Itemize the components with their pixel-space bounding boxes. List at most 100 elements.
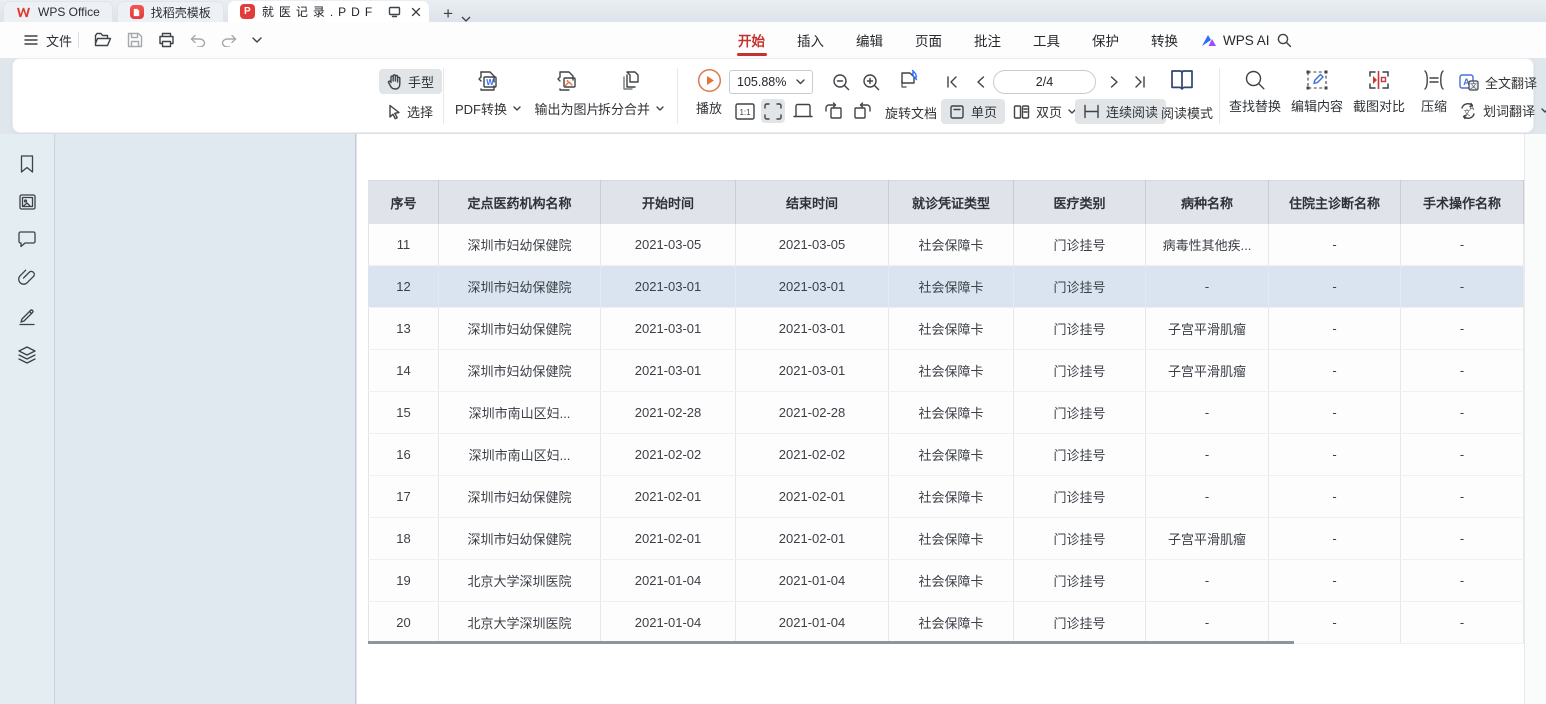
comment-icon[interactable]: [17, 230, 37, 248]
table-header-cell: 手术操作名称: [1401, 181, 1524, 224]
table-cell: 社会保障卡: [889, 266, 1014, 308]
fit-page-button[interactable]: [761, 99, 785, 123]
table-header-cell: 开始时间: [601, 181, 736, 224]
table-row[interactable]: 19北京大学深圳医院2021-01-042021-01-04社会保障卡门诊挂号-…: [369, 560, 1524, 602]
table-row[interactable]: 14深圳市妇幼保健院2021-03-012021-03-01社会保障卡门诊挂号子…: [369, 350, 1524, 392]
full-translate-button[interactable]: A 文 全文翻译: [1459, 73, 1537, 92]
rotate-left-button[interactable]: [821, 99, 845, 123]
table-cell: 深圳市妇幼保健院: [439, 350, 601, 392]
table-cell: -: [1401, 308, 1524, 350]
menu-item-2[interactable]: 编辑: [855, 22, 884, 58]
tab-label: WPS Office: [38, 5, 100, 19]
navigation-panel[interactable]: [56, 134, 356, 704]
menu-search-icon[interactable]: [1277, 33, 1292, 48]
hand-tool-button[interactable]: 手型: [379, 69, 442, 94]
monitor-icon[interactable]: [388, 6, 401, 18]
tab-wps-office[interactable]: WPS Office: [3, 1, 113, 22]
table-cell: 深圳市南山区妇...: [439, 434, 601, 476]
table-row[interactable]: 15深圳市南山区妇...2021-02-282021-02-28社会保障卡门诊挂…: [369, 392, 1524, 434]
split-merge-button[interactable]: 拆分合并: [591, 68, 671, 118]
table-cell: 2021-03-05: [601, 224, 736, 266]
rotate-pages-button[interactable]: [897, 69, 921, 93]
chevron-down-icon: [656, 106, 664, 111]
play-label: 播放: [696, 98, 722, 117]
full-translate-icon: A 文: [1459, 74, 1479, 91]
table-header-row: 序号定点医药机构名称开始时间结束时间就诊凭证类型医疗类别病种名称住院主诊断名称手…: [369, 181, 1524, 224]
screenshot-compare-icon: [1367, 69, 1391, 91]
menu-item-3[interactable]: 页面: [914, 22, 943, 58]
table-cell: 门诊挂号: [1014, 602, 1146, 644]
table-cell: -: [1401, 224, 1524, 266]
table-row[interactable]: 16深圳市南山区妇...2021-02-022021-02-02社会保障卡门诊挂…: [369, 434, 1524, 476]
table-cell: 2021-02-02: [601, 434, 736, 476]
menu-item-5[interactable]: 工具: [1032, 22, 1061, 58]
qat-chevron-icon[interactable]: [252, 37, 262, 43]
zoom-in-button[interactable]: [859, 70, 883, 94]
table-row[interactable]: 12深圳市妇幼保健院2021-03-012021-03-01社会保障卡门诊挂号-…: [369, 266, 1524, 308]
rotate-right-button[interactable]: [851, 99, 875, 123]
menu-item-4[interactable]: 批注: [973, 22, 1002, 58]
zoom-in-icon: [862, 73, 881, 92]
save-icon[interactable]: [127, 32, 143, 48]
prev-page-button[interactable]: [969, 70, 991, 94]
select-tool-button[interactable]: 选择: [379, 99, 441, 124]
double-page-button[interactable]: 双页: [1005, 99, 1084, 124]
wps-ai-menu[interactable]: WPS AI: [1223, 33, 1270, 48]
page-indicator-value: 2/4: [1036, 75, 1053, 89]
print-icon[interactable]: [158, 32, 175, 48]
signature-pen-icon[interactable]: [17, 306, 37, 326]
menu-item-0[interactable]: 开始: [737, 22, 766, 58]
zoom-out-button[interactable]: [829, 70, 853, 94]
pdf-convert-label: PDF转换: [455, 99, 507, 118]
close-tab-icon[interactable]: [411, 7, 421, 17]
word-translate-button[interactable]: 文 A 划词翻译: [1459, 101, 1546, 120]
read-mode-label-button[interactable]: 阅读模式: [1161, 103, 1213, 122]
table-row[interactable]: 18深圳市妇幼保健院2021-02-012021-02-01社会保障卡门诊挂号子…: [369, 518, 1524, 560]
attachment-icon[interactable]: [17, 267, 37, 287]
rotate-doc-label[interactable]: 旋转文档: [885, 103, 937, 122]
table-cell: -: [1269, 560, 1401, 602]
edit-content-button[interactable]: 编辑内容: [1287, 69, 1347, 115]
table-row[interactable]: 13深圳市妇幼保健院2021-03-012021-03-01社会保障卡门诊挂号子…: [369, 308, 1524, 350]
table-cell: -: [1401, 266, 1524, 308]
compress-button[interactable]: 压缩: [1411, 69, 1457, 115]
read-mode-book-button[interactable]: [1169, 68, 1195, 92]
first-page-icon: [946, 76, 958, 88]
table-row[interactable]: 11深圳市妇幼保健院2021-03-052021-03-05社会保障卡门诊挂号病…: [369, 224, 1524, 266]
single-page-button[interactable]: 单页: [941, 99, 1005, 124]
open-file-icon[interactable]: [94, 32, 112, 48]
continuous-read-button[interactable]: 连续阅读: [1075, 99, 1166, 124]
undo-icon[interactable]: [190, 34, 206, 47]
table-cell: 社会保障卡: [889, 308, 1014, 350]
layers-icon[interactable]: [17, 345, 37, 364]
file-menu[interactable]: 文件: [46, 31, 72, 50]
table-row[interactable]: 17深圳市妇幼保健院2021-02-012021-02-01社会保障卡门诊挂号-…: [369, 476, 1524, 518]
thumbnail-icon[interactable]: [18, 193, 37, 211]
vertical-scrollbar[interactable]: [1524, 134, 1546, 704]
fit-width-button[interactable]: [791, 99, 815, 123]
page-indicator-input[interactable]: 2/4: [993, 70, 1096, 94]
first-page-button[interactable]: [941, 70, 963, 94]
redo-icon[interactable]: [221, 34, 237, 47]
table-cell: 深圳市妇幼保健院: [439, 476, 601, 518]
last-page-button[interactable]: [1129, 70, 1151, 94]
menu-item-7[interactable]: 转换: [1150, 22, 1179, 58]
table-row[interactable]: 20北京大学深圳医院2021-01-042021-01-04社会保障卡门诊挂号-…: [369, 602, 1524, 644]
table-cell: -: [1146, 266, 1269, 308]
next-page-button[interactable]: [1103, 70, 1125, 94]
pdf-convert-button[interactable]: W PDF转换: [445, 68, 531, 118]
hamburger-icon[interactable]: [24, 35, 38, 45]
tab-docer-templates[interactable]: 找稻壳模板: [117, 1, 224, 22]
hand-icon: [387, 74, 402, 90]
actual-size-button[interactable]: 1:1: [733, 99, 757, 123]
new-tab-button[interactable]: +: [443, 5, 453, 22]
find-replace-button[interactable]: 查找替换: [1225, 69, 1285, 115]
bookmark-icon[interactable]: [18, 154, 36, 174]
zoom-level-select[interactable]: 105.88%: [729, 70, 813, 94]
zoom-level-value: 105.88%: [737, 75, 786, 89]
find-replace-icon: [1244, 69, 1266, 91]
menu-item-6[interactable]: 保护: [1091, 22, 1120, 58]
tab-document-active[interactable]: P 就医记录.PDF: [228, 1, 429, 22]
menu-item-1[interactable]: 插入: [796, 22, 825, 58]
screenshot-compare-button[interactable]: 截图对比: [1349, 69, 1409, 115]
